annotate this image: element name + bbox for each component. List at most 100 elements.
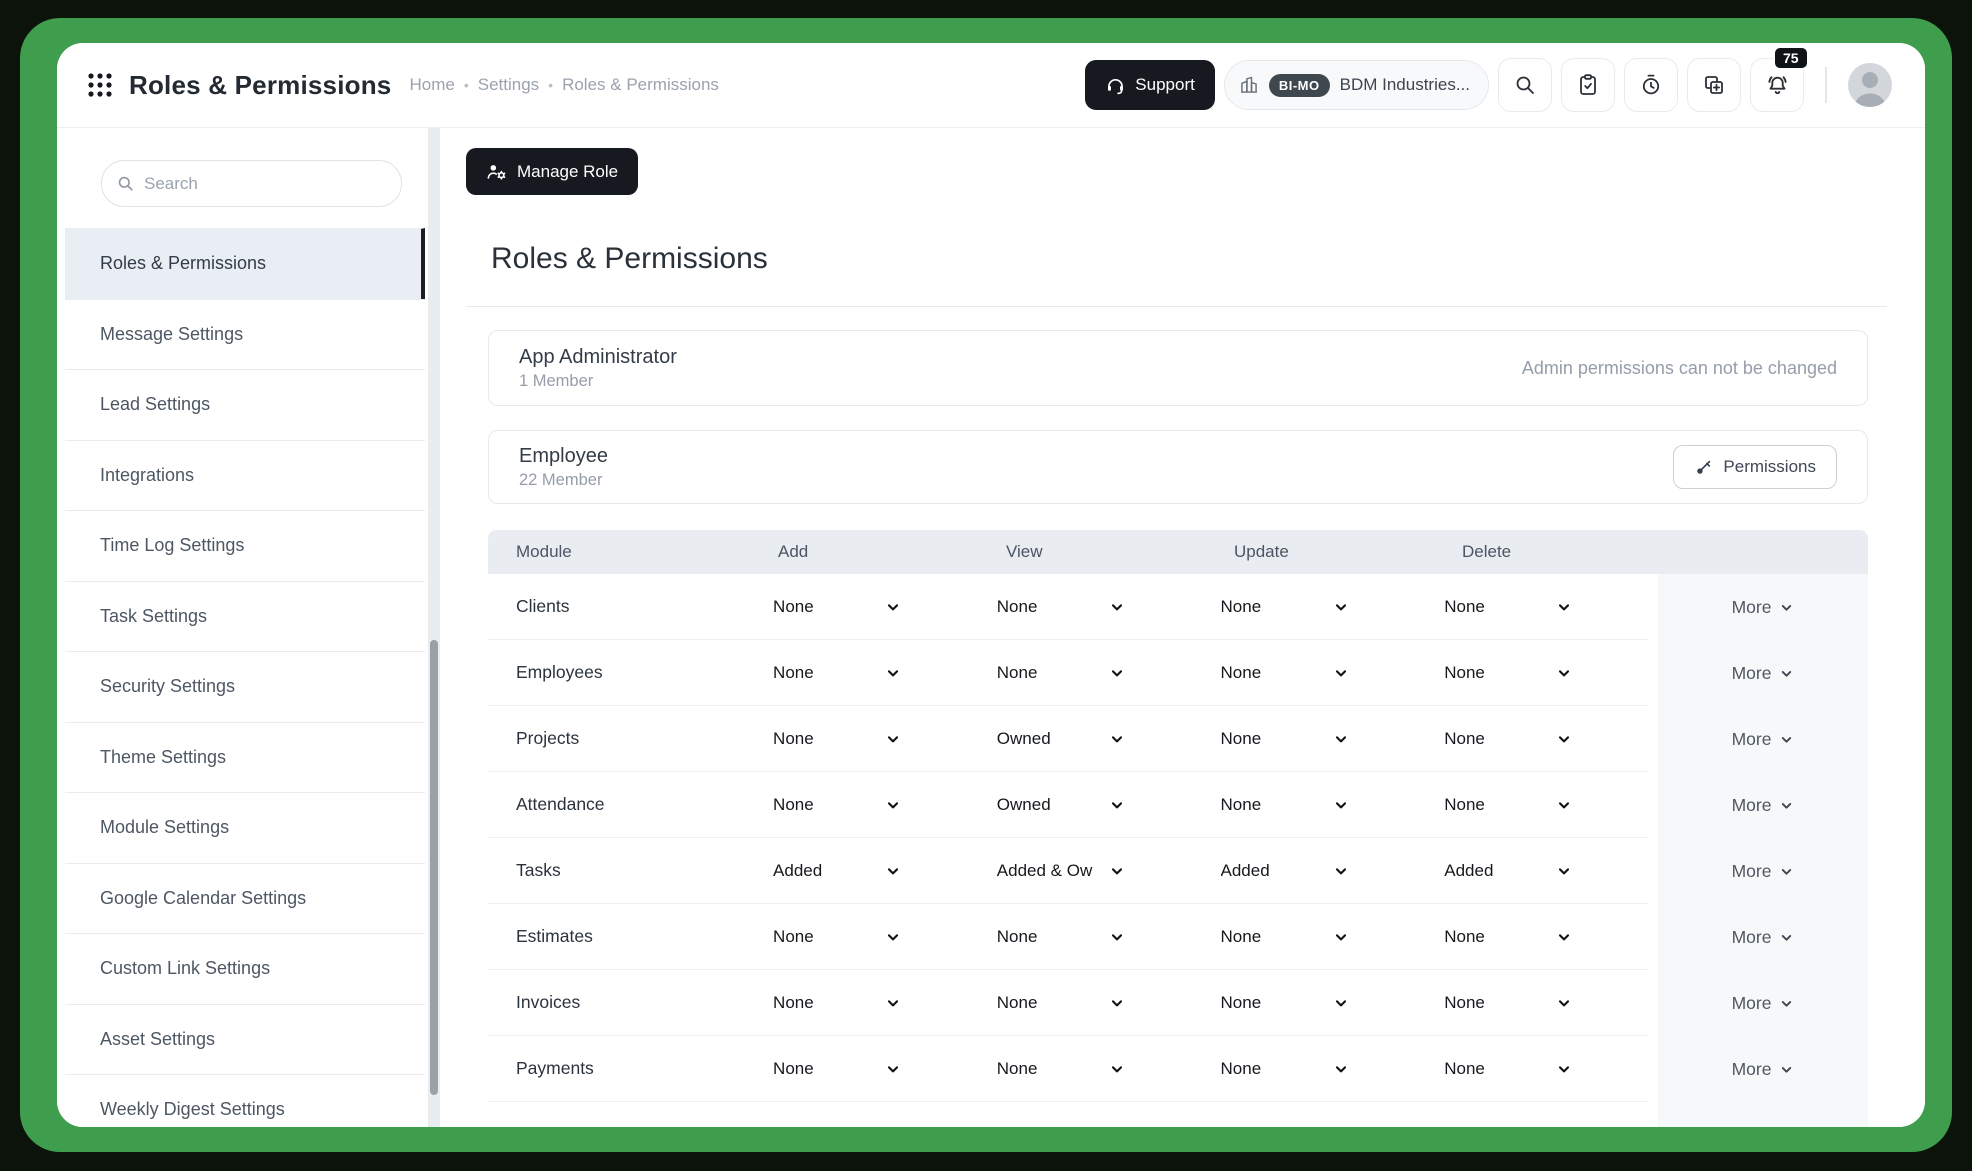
chevron-down-icon bbox=[885, 599, 901, 615]
delete-permission-select[interactable]: None bbox=[1424, 927, 1648, 947]
sidebar-item[interactable]: Message Settings bbox=[65, 299, 425, 370]
more-button[interactable]: More bbox=[1658, 772, 1868, 838]
chevron-down-icon bbox=[885, 863, 901, 879]
headset-icon bbox=[1105, 75, 1126, 96]
update-permission-select[interactable]: None bbox=[1201, 993, 1425, 1013]
sidebar-item-label: Asset Settings bbox=[100, 1029, 215, 1050]
duplicate-button[interactable] bbox=[1687, 58, 1741, 112]
more-button[interactable]: More bbox=[1658, 904, 1868, 970]
sidebar-item[interactable]: Task Settings bbox=[65, 581, 425, 652]
delete-permission-select[interactable]: None bbox=[1424, 729, 1648, 749]
more-button[interactable]: More bbox=[1658, 640, 1868, 706]
more-button[interactable]: More bbox=[1658, 838, 1868, 904]
breadcrumb-item[interactable]: Settings bbox=[478, 75, 553, 95]
sidebar-item[interactable]: Custom Link Settings bbox=[65, 933, 425, 1004]
sidebar-item[interactable]: Asset Settings bbox=[65, 1004, 425, 1075]
update-permission-select[interactable]: None bbox=[1201, 1059, 1425, 1079]
table-body: Clients None None bbox=[488, 574, 1648, 1127]
permissions-button[interactable]: Permissions bbox=[1673, 445, 1837, 489]
add-permission-select[interactable]: None bbox=[753, 795, 977, 815]
delete-permission-select[interactable]: None bbox=[1424, 795, 1648, 815]
more-button[interactable]: More bbox=[1658, 706, 1868, 772]
update-permission-select[interactable]: Added bbox=[1201, 861, 1425, 881]
support-button[interactable]: Support bbox=[1085, 60, 1215, 110]
sidebar-item[interactable]: Google Calendar Settings bbox=[65, 863, 425, 934]
table-row: Payments None None bbox=[488, 1036, 1648, 1102]
sidebar-scrollbar-thumb[interactable] bbox=[430, 640, 438, 1095]
role-card-admin: App Administrator 1 Member Admin permiss… bbox=[488, 330, 1868, 406]
add-permission-select[interactable]: None bbox=[753, 729, 977, 749]
add-permission-select[interactable]: None bbox=[753, 993, 977, 1013]
update-permission-select[interactable]: None bbox=[1201, 729, 1425, 749]
view-permission-select[interactable]: None bbox=[977, 993, 1201, 1013]
update-permission-select[interactable]: None bbox=[1201, 795, 1425, 815]
search-icon bbox=[116, 174, 135, 193]
chevron-down-icon bbox=[1779, 732, 1794, 747]
chevron-down-icon bbox=[1333, 665, 1349, 681]
chevron-down-icon bbox=[1109, 863, 1125, 879]
update-permission-select[interactable]: None bbox=[1201, 663, 1425, 683]
column-header-module: Module bbox=[488, 542, 758, 562]
sidebar-item[interactable]: Weekly Digest Settings bbox=[65, 1074, 425, 1127]
add-permission-select[interactable]: Added bbox=[753, 861, 977, 881]
app-body: Roles & Permissions Message Settings Lea… bbox=[57, 128, 1925, 1127]
permissions-table: Module Add View Update Delete Clients No… bbox=[488, 530, 1868, 1127]
add-permission-select[interactable]: None bbox=[753, 597, 977, 617]
sidebar-item[interactable]: Integrations bbox=[65, 440, 425, 511]
breadcrumb-item[interactable]: Home bbox=[409, 75, 468, 95]
search-input[interactable] bbox=[101, 160, 402, 207]
view-permission-select[interactable]: Owned bbox=[977, 795, 1201, 815]
clipboard-check-icon bbox=[1576, 73, 1600, 97]
add-permission-select[interactable]: None bbox=[753, 663, 977, 683]
chevron-down-icon bbox=[1556, 731, 1572, 747]
company-building-icon bbox=[1239, 75, 1259, 95]
chevron-down-icon bbox=[885, 929, 901, 945]
chevron-down-icon bbox=[1109, 995, 1125, 1011]
sidebar-item[interactable]: Theme Settings bbox=[65, 722, 425, 793]
chevron-down-icon bbox=[1333, 995, 1349, 1011]
delete-permission-select[interactable]: None bbox=[1424, 1059, 1648, 1079]
sidebar-item-label: Security Settings bbox=[100, 676, 235, 697]
sidebar-item-label: Google Calendar Settings bbox=[100, 888, 306, 909]
sidebar-item[interactable]: Roles & Permissions bbox=[65, 228, 425, 299]
view-permission-select[interactable]: None bbox=[977, 597, 1201, 617]
delete-permission-select[interactable]: None bbox=[1424, 663, 1648, 683]
sidebar-item[interactable]: Lead Settings bbox=[65, 369, 425, 440]
view-permission-select[interactable]: Added & Ow bbox=[977, 861, 1201, 881]
module-name: Projects bbox=[488, 728, 753, 749]
app-grid-icon[interactable] bbox=[87, 72, 113, 98]
role-name: Employee bbox=[519, 445, 608, 468]
avatar[interactable] bbox=[1848, 63, 1892, 107]
add-permission-select[interactable]: None bbox=[753, 927, 977, 947]
sidebar-item[interactable]: Time Log Settings bbox=[65, 510, 425, 581]
tasks-button[interactable] bbox=[1561, 58, 1615, 112]
more-button[interactable]: More bbox=[1658, 970, 1868, 1036]
delete-permission-select[interactable]: None bbox=[1424, 597, 1648, 617]
module-name: Estimates bbox=[488, 926, 753, 947]
timer-button[interactable] bbox=[1624, 58, 1678, 112]
add-permission-select[interactable]: None bbox=[753, 1059, 977, 1079]
update-permission-select[interactable]: None bbox=[1201, 927, 1425, 947]
more-button[interactable]: More bbox=[1658, 574, 1868, 640]
manage-role-button[interactable]: Manage Role bbox=[466, 148, 638, 195]
chevron-down-icon bbox=[1556, 599, 1572, 615]
view-permission-select[interactable]: None bbox=[977, 663, 1201, 683]
page-title: Roles & Permissions bbox=[129, 70, 391, 101]
more-button[interactable]: More bbox=[1658, 1036, 1868, 1102]
search-button[interactable] bbox=[1498, 58, 1552, 112]
view-permission-select[interactable]: None bbox=[977, 927, 1201, 947]
view-permission-select[interactable]: None bbox=[977, 1059, 1201, 1079]
app-window: Roles & Permissions Home Settings Roles & … bbox=[57, 43, 1925, 1127]
update-permission-select[interactable]: None bbox=[1201, 597, 1425, 617]
view-permission-select[interactable]: Owned bbox=[977, 729, 1201, 749]
sidebar-item[interactable]: Security Settings bbox=[65, 651, 425, 722]
user-gear-icon bbox=[486, 161, 508, 183]
delete-permission-select[interactable]: None bbox=[1424, 993, 1648, 1013]
company-switcher[interactable]: BI-MO BDM Industries... bbox=[1224, 60, 1489, 110]
delete-permission-select[interactable]: Added bbox=[1424, 861, 1648, 881]
sidebar-item[interactable]: Module Settings bbox=[65, 792, 425, 863]
notifications-button[interactable]: 75 bbox=[1750, 58, 1804, 112]
breadcrumb-item[interactable]: Roles & Permissions bbox=[562, 75, 719, 95]
table-row: Estimates None None bbox=[488, 904, 1648, 970]
chevron-down-icon bbox=[885, 1061, 901, 1077]
